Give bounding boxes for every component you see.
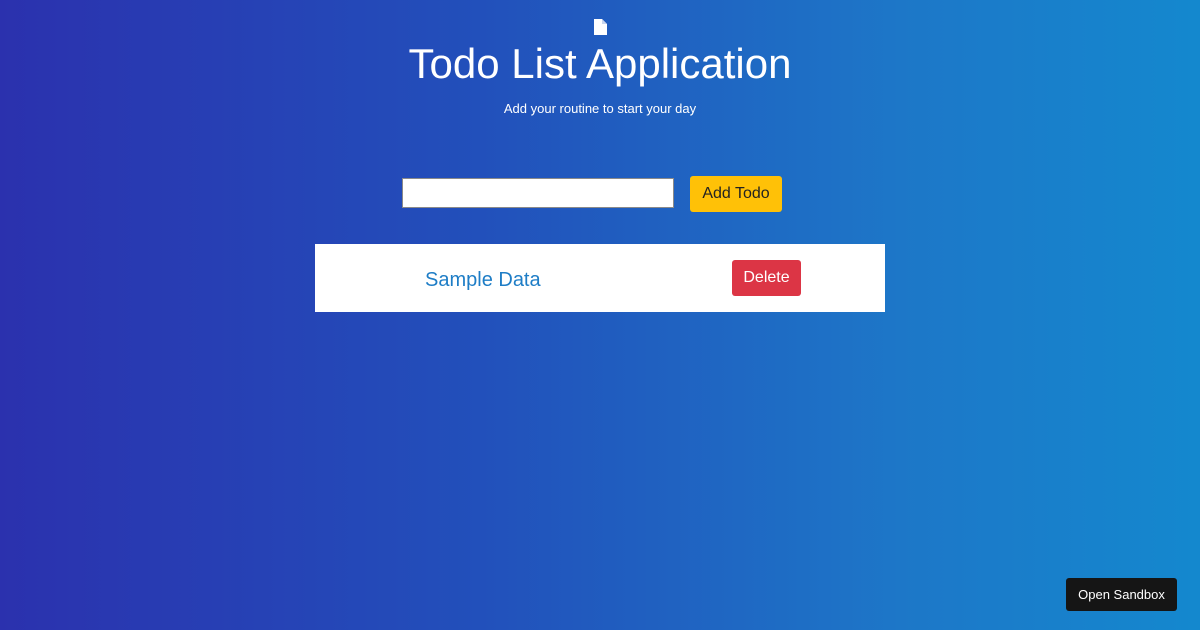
open-sandbox-button[interactable]: Open Sandbox: [1066, 578, 1177, 611]
todo-list: Sample Data Delete: [315, 244, 885, 312]
document-icon: [594, 19, 607, 35]
todo-input[interactable]: [402, 178, 674, 208]
page-subtitle: Add your routine to start your day: [503, 101, 697, 116]
delete-todo-button[interactable]: Delete: [732, 260, 801, 296]
todo-item: Sample Data Delete: [315, 244, 885, 312]
page-title: Todo List Application: [408, 40, 792, 87]
todo-item-text: Sample Data: [425, 269, 541, 291]
add-todo-button[interactable]: Add Todo: [690, 176, 782, 212]
